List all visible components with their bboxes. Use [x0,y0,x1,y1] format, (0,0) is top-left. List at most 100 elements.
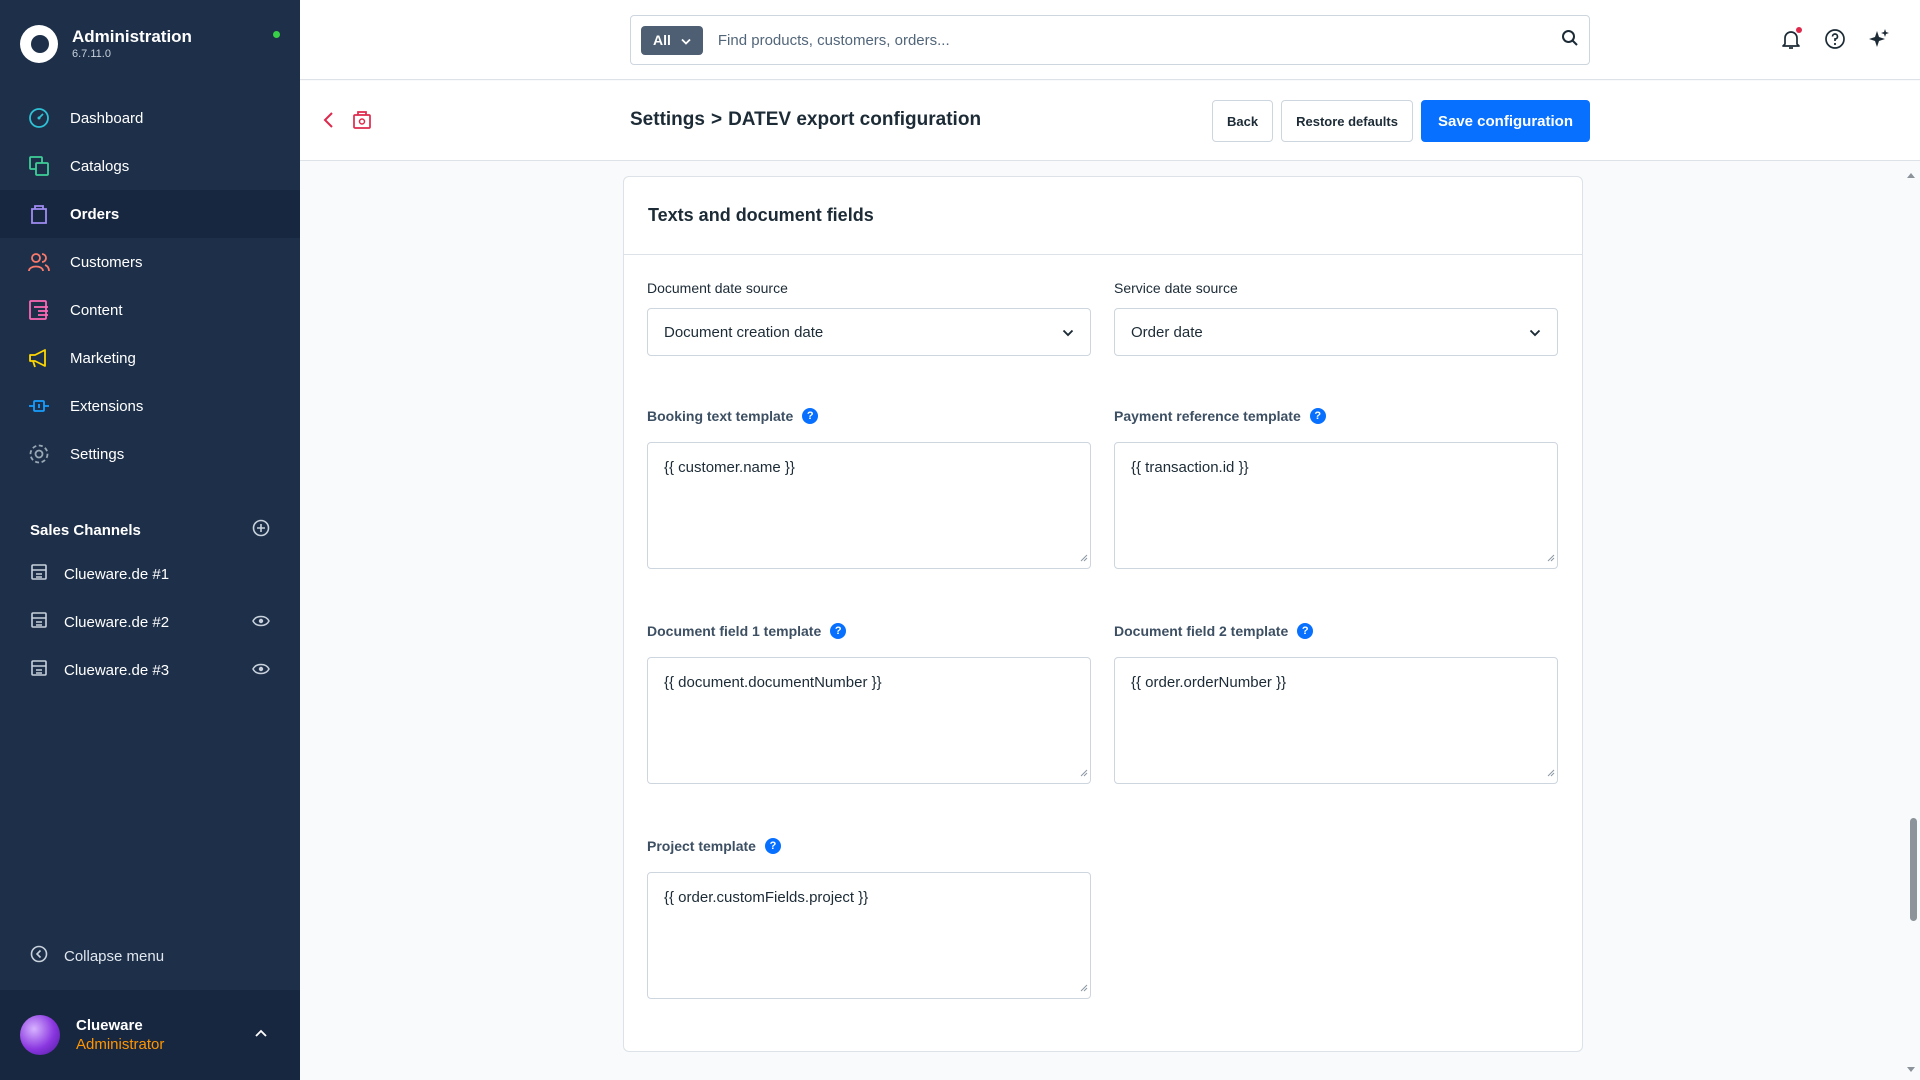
sales-channel-item[interactable]: Clueware.de #2 [0,598,300,646]
sales-channel-label: Clueware.de #2 [64,613,170,631]
project-template-textarea[interactable]: {{ order.customFields.project }} [647,872,1091,999]
help-icon[interactable]: ? [830,623,847,639]
document-field-2-template-textarea[interactable]: {{ order.orderNumber }} [1114,657,1558,784]
global-search: All [630,15,1590,65]
sales-channel-item[interactable]: Clueware.de #1 [0,550,300,598]
nav-item-catalogs[interactable]: Catalogs [0,142,300,190]
select-value: Document creation date [664,323,824,341]
document-field-1-template-field: Document field 1 template ? {{ document.… [647,621,1091,784]
extensions-icon [28,395,50,417]
search-icon[interactable] [1561,29,1579,52]
textarea-value: {{ order.orderNumber }} [1131,674,1287,691]
help-icon[interactable]: ? [1297,623,1314,639]
nav-label: Customers [70,253,143,271]
user-menu[interactable]: Clueware Administrator [0,990,300,1080]
brand-version: 6.7.11.0 [72,48,111,60]
collapse-icon [30,945,48,967]
search-scope-label: All [653,32,671,48]
service-date-source-select[interactable]: Order date [1114,308,1558,356]
breadcrumb-current: DATEV export configuration [728,109,982,130]
help-icon[interactable] [1824,28,1846,50]
ai-sparkle-icon[interactable] [1868,28,1890,50]
collapse-menu-button[interactable]: Collapse menu [30,945,164,967]
resize-handle-icon[interactable] [1547,549,1555,566]
nav-item-extensions[interactable]: Extensions [0,382,300,430]
search-input[interactable] [717,31,1561,49]
field-label: Document date source [647,280,788,296]
field-label: Document field 1 template [647,623,822,639]
chevron-up-icon [254,1026,268,1044]
scroll-up-arrow-icon[interactable] [1906,166,1916,184]
textarea-value: {{ customer.name }} [664,459,795,476]
nav-item-content[interactable]: Content [0,286,300,334]
marketing-icon [28,347,50,369]
nav-label: Orders [70,205,120,223]
textarea-value: {{ transaction.id }} [1131,459,1249,476]
booking-text-template-textarea[interactable]: {{ customer.name }} [647,442,1091,569]
sales-channel-label: Clueware.de #3 [64,661,170,679]
shopware-logo-icon [20,25,58,63]
main-nav: Dashboard Catalogs Orders Customers Cont… [0,94,300,478]
nav-item-dashboard[interactable]: Dashboard [0,94,300,142]
document-date-source-select[interactable]: Document creation date [647,308,1091,356]
nav-item-settings[interactable]: Settings [0,430,300,478]
nav-label: Marketing [70,349,136,367]
nav-item-customers[interactable]: Customers [0,238,300,286]
help-icon[interactable]: ? [802,408,819,424]
bell-icon[interactable] [1780,27,1802,50]
sales-channel-list: Clueware.de #1 Clueware.de #2 Clueware.d… [0,550,300,694]
select-value: Order date [1131,323,1203,341]
nav-item-marketing[interactable]: Marketing [0,334,300,382]
sales-channel-item[interactable]: Clueware.de #3 [0,646,300,694]
resize-handle-icon[interactable] [1080,764,1088,781]
nav-label: Content [70,301,123,319]
brand[interactable]: Administration 6.7.11.0 [20,22,280,66]
scroll-down-arrow-icon[interactable] [1906,1060,1916,1078]
header-actions: Back Restore defaults Save configuration [1212,100,1590,142]
top-bar: All [300,0,1920,80]
document-field-2-template-field: Document field 2 template ? {{ order.ord… [1114,621,1558,784]
field-label: Document field 2 template [1114,623,1289,639]
scroll-thumb[interactable] [1910,818,1917,921]
settings-icon [28,443,50,465]
field-label: Project template [647,838,756,854]
resize-handle-icon[interactable] [1080,979,1088,996]
nav-item-orders[interactable]: Orders [0,190,300,238]
help-icon[interactable]: ? [764,838,781,854]
search-scope-select[interactable]: All [641,25,703,55]
help-icon[interactable]: ? [1309,408,1326,424]
page-scrollbar[interactable] [1900,162,1920,1080]
content-icon [28,299,50,321]
save-configuration-button[interactable]: Save configuration [1420,100,1590,142]
breadcrumb-separator: > [710,109,723,130]
resize-handle-icon[interactable] [1547,764,1555,781]
resize-handle-icon[interactable] [1080,549,1088,566]
user-name: Clueware [76,1017,143,1034]
chevron-left-icon[interactable] [322,110,336,135]
restore-defaults-button[interactable]: Restore defaults [1281,100,1413,142]
top-icons [1780,27,1890,50]
document-date-source-field: Document date source Document creation d… [647,278,1091,356]
nav-label: Extensions [70,397,144,415]
sidebar: Administration 6.7.11.0 Dashboard Catalo… [0,0,300,1080]
storefront-icon [30,611,48,633]
breadcrumb-parent[interactable]: Settings [630,109,705,131]
online-status-dot [273,31,280,38]
collapse-menu-label: Collapse menu [64,947,165,965]
chevron-down-icon [1062,324,1074,341]
eye-icon[interactable] [252,662,270,679]
eye-icon[interactable] [252,614,270,631]
nav-label: Settings [70,445,125,463]
service-date-source-field: Service date source Order date [1114,278,1558,356]
avatar [20,1015,60,1055]
card-title: Texts and document fields [624,177,1582,255]
payment-reference-template-textarea[interactable]: {{ transaction.id }} [1114,442,1558,569]
back-button[interactable]: Back [1212,100,1274,142]
document-field-1-template-textarea[interactable]: {{ document.documentNumber }} [647,657,1091,784]
sales-channels-header: Sales Channels [30,519,270,541]
textarea-value: {{ order.customFields.project }} [664,889,869,906]
add-sales-channel-icon[interactable] [252,519,270,541]
chevron-down-icon [1529,324,1541,341]
user-role: Administrator [76,1036,165,1053]
booking-text-template-field: Booking text template ? {{ customer.name… [647,406,1091,569]
